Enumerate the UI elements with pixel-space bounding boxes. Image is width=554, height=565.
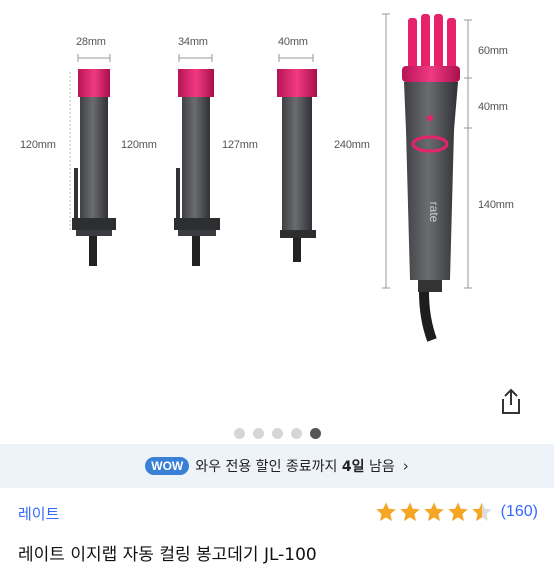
barrel-2-width-label: 34mm <box>178 36 208 48</box>
carousel-indicators <box>0 428 554 439</box>
star-icon <box>376 502 396 521</box>
star-icon <box>448 502 468 521</box>
carousel-dot[interactable] <box>233 428 245 439</box>
share-icon <box>502 388 520 414</box>
review-count[interactable]: (160) <box>501 503 538 521</box>
carousel-dot[interactable] <box>290 428 302 439</box>
product-title: 레이트 이지랩 자동 컬링 봉고데기 JL-100 <box>18 545 317 565</box>
rating[interactable]: (160) <box>375 501 538 523</box>
middle-length-label: 40mm <box>478 101 508 113</box>
carousel-dot[interactable] <box>271 428 283 439</box>
carousel-dot-active[interactable] <box>309 428 321 439</box>
star-icon <box>424 502 444 521</box>
brand-link[interactable]: 레이트 <box>18 503 59 524</box>
star-icon <box>472 502 492 521</box>
barrel-1-length-label: 120mm <box>20 139 56 151</box>
barrel-34mm <box>174 54 220 266</box>
wow-badge: WOW <box>145 457 190 475</box>
barrel-40mm <box>277 54 317 262</box>
barrel-2-length-label: 120mm <box>121 139 157 151</box>
star-icon <box>400 502 420 521</box>
barrel-28mm <box>69 54 116 266</box>
main-device: rate <box>382 13 472 342</box>
product-illustration: rate <box>69 13 472 342</box>
tip-length-label: 60mm <box>478 45 508 57</box>
total-length-label: 240mm <box>334 139 370 151</box>
handle-length-label: 140mm <box>478 199 514 211</box>
share-button[interactable] <box>498 388 524 416</box>
device-logo: rate <box>427 202 441 223</box>
carousel-dot[interactable] <box>252 428 264 439</box>
barrel-3-length-label: 127mm <box>222 139 258 151</box>
wow-discount-banner[interactable]: WOW 와우 전용 할인 종료까지 4일 남음 › <box>0 444 554 488</box>
wow-discount-text: 와우 전용 할인 종료까지 4일 남음 <box>195 459 395 475</box>
rating-stars <box>375 501 495 523</box>
product-image[interactable]: rate 28mm 120mm 34mm 120mm 40mm 127mm 24… <box>0 0 554 420</box>
barrel-3-width-label: 40mm <box>278 36 308 48</box>
barrel-1-width-label: 28mm <box>76 36 106 48</box>
chevron-right-icon: › <box>402 457 409 475</box>
